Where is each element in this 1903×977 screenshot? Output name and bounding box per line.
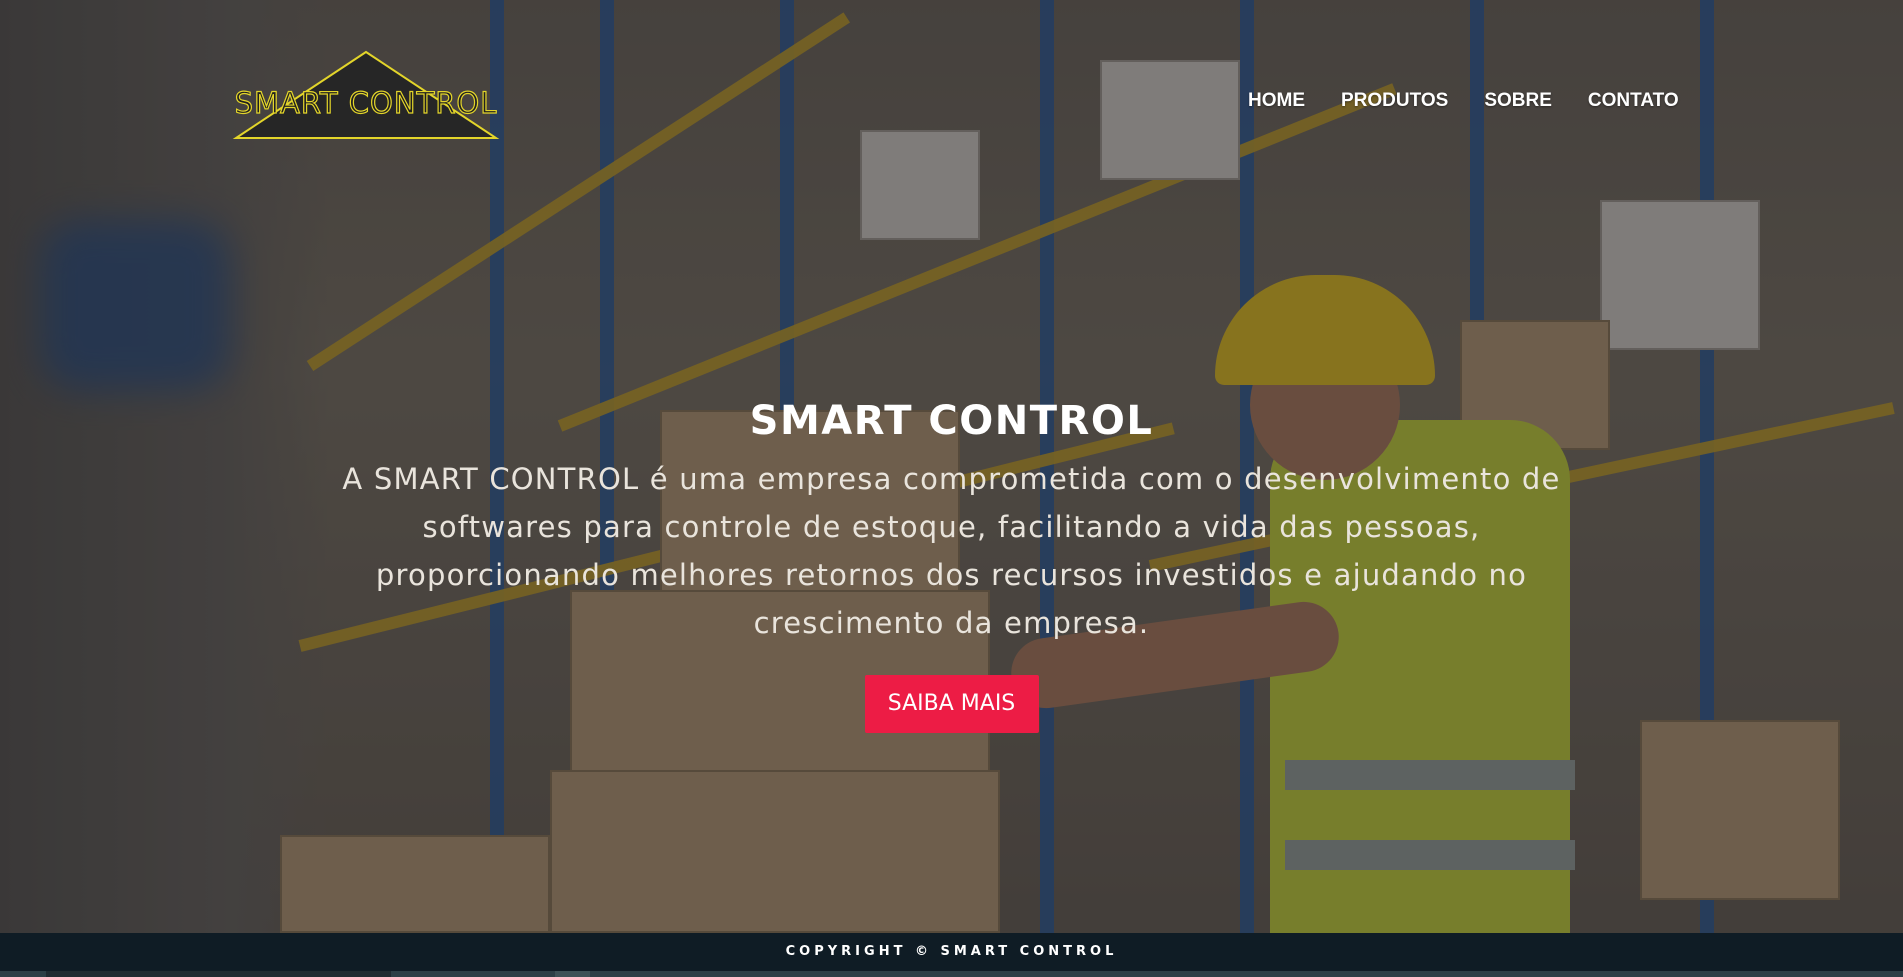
nav-produtos-link[interactable]: PRODUTOS [1341, 90, 1448, 112]
nav-sobre-link[interactable]: SOBRE [1484, 90, 1552, 112]
hero-content: SMART CONTROL A SMART CONTROL é uma empr… [0, 395, 1903, 733]
hero-description: A SMART CONTROL é uma empresa comprometi… [342, 462, 1561, 640]
logo-text: SMART CONTROL [234, 85, 498, 120]
footer: COPYRIGHT © SMART CONTROL [0, 933, 1903, 971]
page: SMART CONTROL HOME PRODUTOS SOBRE CONTAT… [0, 0, 1903, 977]
main-navigation: HOME PRODUTOS SOBRE CONTATO [1248, 86, 1679, 116]
horizontal-scrollbar-thumb[interactable] [46, 971, 391, 977]
saiba-mais-button[interactable]: SAIBA MAIS [864, 675, 1039, 733]
nav-contato-link[interactable]: CONTATO [1588, 90, 1679, 112]
copyright-text: COPYRIGHT © SMART CONTROL [785, 944, 1118, 959]
hero-title: SMART CONTROL [749, 398, 1154, 444]
site-logo[interactable]: SMART CONTROL [218, 50, 514, 142]
horizontal-scrollbar-segment [555, 971, 590, 977]
navbar: SMART CONTROL HOME PRODUTOS SOBRE CONTAT… [0, 0, 1903, 150]
nav-home-link[interactable]: HOME [1248, 90, 1305, 112]
